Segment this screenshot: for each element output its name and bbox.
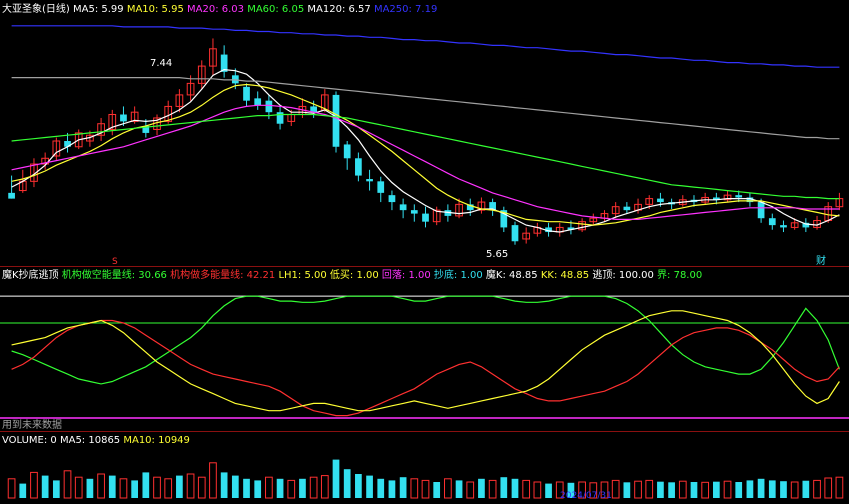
indicator-legend-item: 界: 78.00 — [654, 269, 702, 281]
indicator-legend-item: 魔K抄底逃顶 — [2, 268, 59, 281]
volume-bar — [41, 475, 49, 498]
candle-body — [623, 206, 631, 211]
indicator-legend-item: 低买: 1.00 — [327, 268, 379, 281]
volume-bar — [366, 475, 373, 498]
volume-bar — [478, 478, 485, 498]
price-legend-item: MA120: 6.57 — [304, 4, 371, 15]
candle-body — [377, 181, 385, 193]
low-price-label: 5.65 — [486, 249, 508, 260]
price-legend-item: MA5: 5.99 — [70, 4, 124, 15]
volume-bar — [802, 480, 810, 498]
volume-legend: VOLUME: 0 MA5: 10865 MA10: 10949 — [2, 435, 190, 446]
candle-body — [343, 144, 351, 159]
candle-body — [8, 192, 15, 199]
indicator-legend-item: 抄底: 1.00 — [431, 268, 483, 281]
volume-bar — [500, 477, 508, 498]
high-price-label: 7.44 — [150, 58, 172, 69]
candle-body — [265, 100, 273, 113]
chart-canvas[interactable]: 大亚圣象(日线) MA5: 5.99 MA10: 5.95 MA20: 6.03… — [0, 0, 849, 501]
volume-bar — [176, 475, 183, 498]
indicator-legend-item: KK: 48.85 — [538, 270, 589, 281]
volume-bar — [254, 480, 262, 498]
indicator-legend-item: 魔K: 48.85 — [483, 268, 538, 281]
volume-bar — [343, 469, 351, 498]
candle-body — [757, 202, 765, 219]
indicator-legend: 魔K抄底逃顶 机构做空能量线: 30.66 机构做多能量线: 42.21 LH1… — [2, 268, 702, 281]
volume-bar — [220, 472, 228, 498]
candle-body — [388, 195, 396, 203]
candle-body — [120, 114, 127, 122]
volume-bar — [388, 480, 396, 498]
price-legend-item: MA20: 6.03 — [184, 4, 244, 15]
volume-bar — [52, 480, 60, 498]
volume-bar — [355, 474, 362, 498]
cai-marker: 财 — [816, 254, 826, 267]
price-legend-item: 大亚圣象(日线) — [2, 2, 70, 15]
candle-body — [243, 86, 250, 101]
volume-bar — [511, 478, 519, 498]
candle-body — [780, 225, 787, 228]
volume-bar — [433, 482, 441, 498]
candle-body — [422, 213, 429, 222]
price-legend-item: MA250: 7.19 — [371, 4, 438, 15]
volume-bar — [231, 475, 239, 498]
volume-bar — [332, 459, 340, 498]
volume-bar — [19, 483, 27, 498]
volume-bar — [690, 482, 698, 498]
price-legend-item: MA60: 6.05 — [244, 4, 304, 15]
volume-bar — [712, 481, 720, 498]
indicator-legend-item: 逃顶: 100.00 — [589, 268, 654, 281]
candle-body — [735, 195, 743, 198]
volume-legend-item: MA10: 10949 — [120, 435, 190, 446]
volume-legend-item: MA5: 10865 — [57, 435, 120, 446]
volume-bar — [768, 480, 776, 498]
volume-bar — [131, 480, 139, 498]
volume-bar — [142, 472, 150, 498]
volume-date-label: 2024/07/31 — [560, 491, 612, 500]
s-marker: S — [112, 257, 118, 267]
volume-bar — [455, 480, 463, 498]
volume-bar — [668, 482, 675, 498]
indicator-legend-item: 机构做空能量线: 30.66 — [59, 268, 167, 281]
volume-bar — [399, 477, 407, 498]
candle-body — [768, 218, 776, 226]
future-data-note: 用到未来数据 — [2, 418, 62, 431]
volume-legend-item: VOLUME: 0 — [2, 435, 57, 446]
candle-body — [657, 198, 664, 203]
indicator-legend-item: LH1: 5.00 — [275, 270, 326, 281]
volume-bar — [735, 482, 743, 498]
candle-body — [332, 94, 340, 147]
volume-bar — [780, 481, 787, 498]
indicator-legend-item: 机构做多能量线: 42.21 — [167, 268, 275, 281]
candle-body — [399, 204, 407, 211]
price-legend: 大亚圣象(日线) MA5: 5.99 MA10: 5.95 MA20: 6.03… — [2, 2, 437, 15]
candle-body — [511, 225, 519, 242]
candle-body — [366, 179, 373, 182]
price-legend-item: MA10: 5.95 — [124, 4, 184, 15]
indicator-legend-item: 回落: 1.00 — [379, 269, 431, 281]
volume-bar — [86, 478, 94, 498]
volume-bar — [746, 480, 754, 498]
candle-body — [355, 158, 362, 176]
volume-bar — [545, 483, 552, 498]
candle-body — [410, 210, 418, 214]
volume-bar — [276, 478, 284, 498]
volume-bar — [243, 478, 250, 498]
volume-bar — [757, 478, 765, 498]
volume-bar — [299, 478, 306, 498]
chart-background — [0, 0, 849, 500]
stock-chart-window: 大亚圣象(日线) MA5: 5.99 MA10: 5.95 MA20: 6.03… — [0, 0, 849, 501]
volume-bar — [657, 481, 664, 498]
volume-bar — [377, 478, 385, 498]
volume-bar — [108, 475, 116, 498]
candle-body — [254, 98, 262, 106]
volume-bar — [623, 482, 631, 498]
